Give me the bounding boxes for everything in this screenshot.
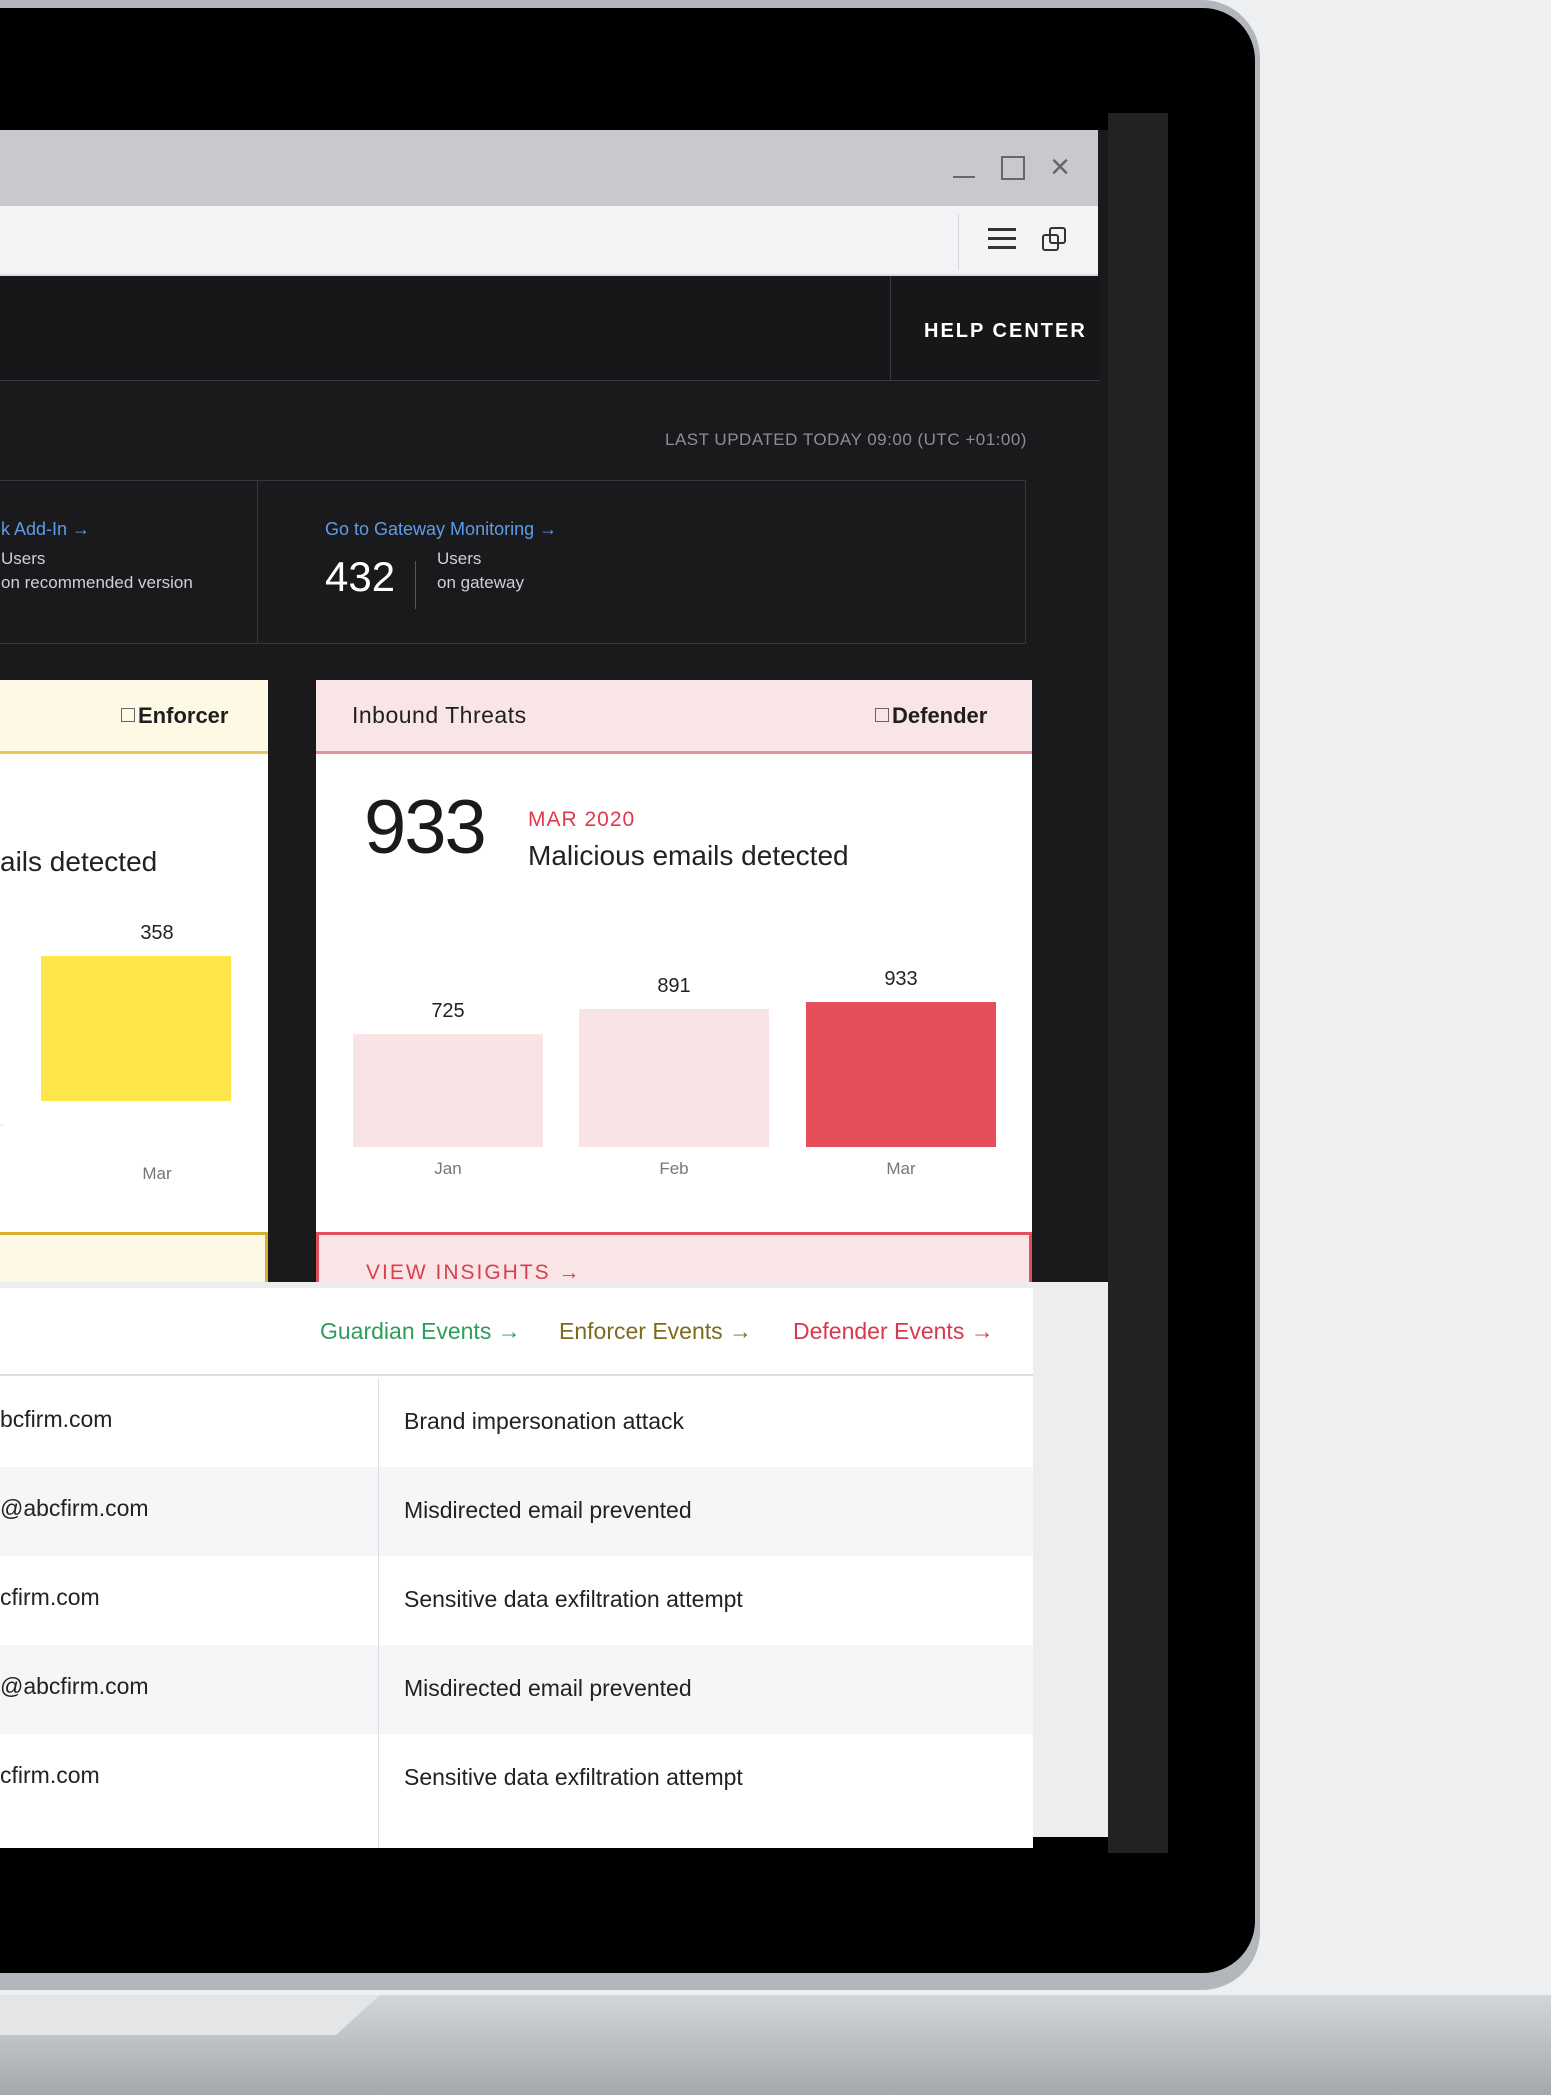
hamburger-menu-icon[interactable]	[988, 228, 1016, 250]
table-row[interactable]: bcfirm.com Brand impersonation attack	[0, 1378, 1033, 1467]
row-event: Misdirected email prevented	[404, 1497, 692, 1523]
addin-link[interactable]: k Add-In →	[1, 519, 90, 540]
events-panel: Guardian Events → Enforcer Events → Defe…	[0, 1288, 1033, 1848]
enforcer-badge: Enforcer	[121, 703, 228, 729]
laptop-base-lip	[0, 1995, 380, 2035]
guardian-events-link[interactable]: Guardian Events →	[320, 1318, 521, 1345]
row-email: @abcfirm.com	[0, 1673, 149, 1699]
table-row[interactable]: cfirm.com Sensitive data exfiltration att…	[0, 1734, 1033, 1823]
bar-value-label: 725	[431, 1000, 465, 1022]
bar-feb[interactable]	[579, 1009, 769, 1147]
close-icon[interactable]: ×	[1044, 150, 1076, 184]
threat-desc: Malicious emails detected	[528, 840, 849, 871]
row-email: cfirm.com	[0, 1584, 100, 1610]
defender-logo-icon	[875, 708, 889, 722]
threat-count: 933	[364, 785, 487, 870]
row-event: Sensitive data exfiltration attempt	[404, 1764, 743, 1790]
table-row[interactable]: @abcfirm.com Misdirected email prevented	[0, 1645, 1033, 1734]
window-title-bar: ×	[0, 130, 1098, 206]
card-title: Inbound Threats	[352, 702, 527, 728]
defender-card-body: 933 MAR 2020 Malicious emails detected 7…	[316, 754, 1032, 1232]
defender-badge: Defender	[875, 703, 987, 729]
row-email: cfirm.com	[0, 1762, 100, 1788]
defender-events-link[interactable]: Defender Events →	[793, 1318, 994, 1345]
addin-label: Users on recommended version	[1, 549, 193, 592]
row-email: bcfirm.com	[0, 1406, 113, 1432]
row-event: Misdirected email prevented	[404, 1675, 692, 1701]
table-column-divider	[378, 1378, 379, 1848]
events-table: bcfirm.com Brand impersonation attack @abc…	[0, 1378, 1033, 1823]
status-panel: k Add-In → Users on recommended version …	[0, 480, 1026, 644]
help-center-link[interactable]: HELP CENTER	[924, 320, 1087, 343]
table-row[interactable]: @abcfirm.com Misdirected email prevented	[0, 1467, 1033, 1556]
enforcer-logo-icon	[121, 708, 135, 722]
gateway-monitoring-link[interactable]: Go to Gateway Monitoring →	[325, 519, 557, 540]
window-restore-icon[interactable]	[1042, 226, 1070, 254]
browser-toolbar	[0, 206, 1098, 276]
enforcer-desc: ails detected	[0, 846, 158, 877]
row-event: Sensitive data exfiltration attempt	[404, 1586, 743, 1612]
enforcer-bar-label: 358	[140, 922, 174, 944]
threat-month: MAR 2020	[528, 808, 636, 831]
gateway-count: 432	[325, 553, 396, 600]
enforcer-card: Enforcer ails detected 358 Mar	[0, 680, 268, 1320]
enforcer-bar-partial	[0, 1124, 4, 1126]
enforcer-card-body: ails detected 358 Mar	[0, 754, 268, 1232]
toolbar-divider	[958, 214, 959, 270]
bar-mar[interactable]	[806, 1002, 996, 1147]
screen-edge	[1108, 113, 1168, 1853]
gateway-label: Users on gateway	[437, 549, 524, 592]
enforcer-card-header: Enforcer	[0, 680, 268, 754]
enforcer-events-link[interactable]: Enforcer Events →	[559, 1318, 752, 1345]
table-row[interactable]: cfirm.com Sensitive data exfiltration att…	[0, 1556, 1033, 1645]
row-email: @abcfirm.com	[0, 1495, 149, 1521]
last-updated-text: LAST UPDATED TODAY 09:00 (UTC +01:00)	[665, 430, 1027, 449]
events-header: Guardian Events → Enforcer Events → Defe…	[0, 1288, 1033, 1376]
bar-category-label: Mar	[886, 1159, 916, 1178]
bar-value-label: 933	[884, 968, 918, 990]
bar-category-label: Jan	[434, 1159, 462, 1178]
minimize-icon[interactable]	[949, 152, 981, 184]
bar-category-label: Feb	[659, 1159, 689, 1178]
bar-jan[interactable]	[353, 1034, 543, 1147]
bar-value-label: 891	[657, 975, 691, 997]
status-divider	[257, 481, 258, 643]
count-divider	[415, 561, 416, 609]
header-divider	[890, 276, 891, 381]
defender-card: Inbound Threats Defender 933 MAR 2020 Ma…	[316, 680, 1032, 1320]
enforcer-bar	[41, 956, 231, 1101]
app-header: HELP CENTER	[0, 276, 1100, 381]
maximize-icon[interactable]	[996, 152, 1028, 184]
enforcer-bar-category: Mar	[142, 1164, 172, 1183]
row-event: Brand impersonation attack	[404, 1408, 684, 1434]
defender-card-header: Inbound Threats Defender	[316, 680, 1032, 754]
